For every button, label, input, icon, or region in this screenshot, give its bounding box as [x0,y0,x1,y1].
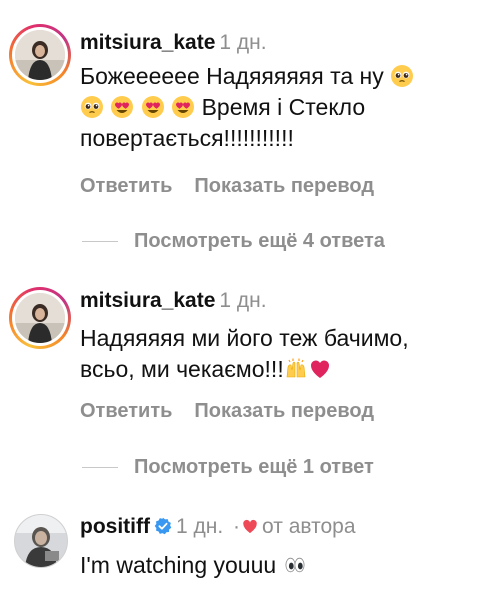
view-replies-label: Посмотреть ещё 4 ответа [134,230,385,252]
avatar-story-ring[interactable] [9,24,71,86]
avatar-story-ring[interactable] [9,287,71,349]
pleading-face-icon [391,65,414,87]
heart-eyes-icon [172,96,195,118]
comment-text-line: Надяяяяя ми його теж бачимо, [80,325,409,351]
comment-text-line: Время і Стекло [201,94,366,120]
view-replies-button[interactable]: Посмотреть ещё 4 ответа [82,229,385,253]
username[interactable]: mitsiura_kate [80,289,215,312]
timestamp: 1 дн. [175,515,224,538]
heart-icon [243,519,257,534]
avatar [15,30,65,80]
view-replies-button[interactable]: Посмотреть ещё 1 ответ [82,455,374,479]
username[interactable]: mitsiura_kate [80,31,215,54]
comment-actions: Ответить Показать перевод [80,399,374,423]
show-translation-button[interactable]: Показать перевод [194,175,374,197]
reply-button[interactable]: Ответить [80,175,172,197]
timestamp: 1 дн. [219,31,267,54]
comment-text-line: повертається!!!!!!!!!!! [80,125,294,151]
username[interactable]: positiff [80,515,150,538]
comment-header: positiff 1 дн. · от автора [80,514,356,540]
comment-text-line: I'm watching youuu [80,552,277,578]
heart-eyes-icon [141,96,164,118]
raising-hands-icon [286,358,306,378]
comment-header: mitsiura_kate 1 дн. [80,288,267,314]
replies-divider [82,241,118,243]
replies-divider [82,467,118,469]
reply-button[interactable]: Ответить [80,400,172,422]
pleading-face-icon [81,96,103,118]
comment-text-line: Божееееее Надяяяяяя та ну [80,63,384,89]
comment-text: I'm watching youuu [80,550,480,581]
avatar[interactable] [14,514,68,568]
comment-header: mitsiura_kate 1 дн. [80,30,267,56]
show-translation-button[interactable]: Показать перевод [194,400,374,422]
by-author-label: от автора [262,515,356,538]
comment-actions: Ответить Показать перевод [80,174,374,198]
view-replies-label: Посмотреть ещё 1 ответ [134,456,374,478]
verified-badge-icon [154,517,172,535]
comment-text: Божееееее Надяяяяяя та ну Время і Стекло… [80,61,480,154]
red-heart-icon [310,360,329,378]
comment-text-line: всьо, ми чекаємо!!! [80,356,284,382]
comment-text: Надяяяяя ми його теж бачимо, всьо, ми че… [80,323,480,385]
eyes-icon [285,557,305,573]
avatar [15,293,65,343]
separator: · [233,515,241,538]
heart-eyes-icon [111,96,134,118]
timestamp: 1 дн. [219,289,267,312]
